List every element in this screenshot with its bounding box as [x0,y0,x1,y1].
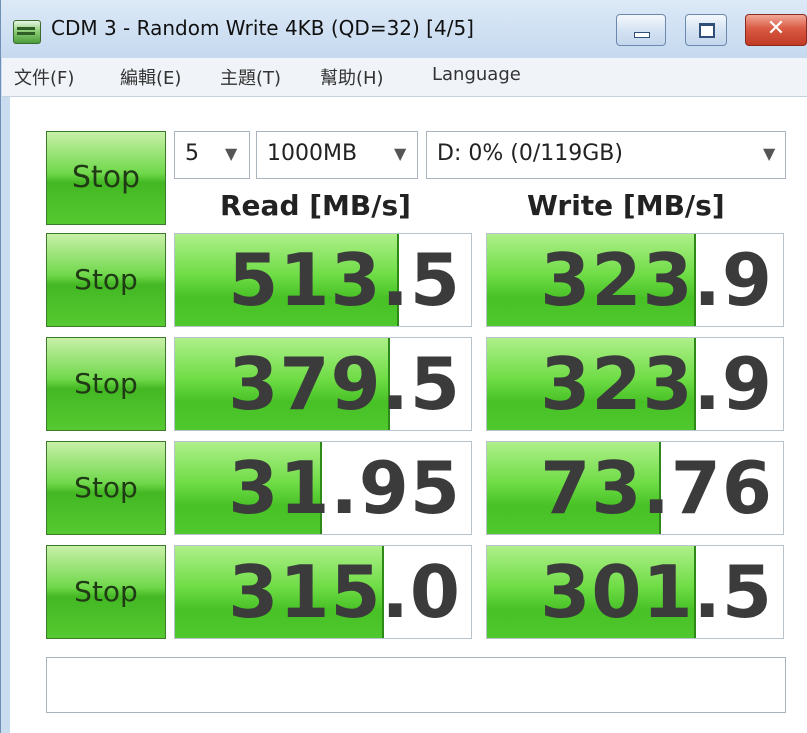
stop-button-4k-qd32[interactable]: Stop [46,545,166,639]
read-value: 315.0 [228,550,461,634]
read-value: 513.5 [228,238,461,322]
write-value: 73.76 [540,446,773,530]
stop-all-button[interactable]: Stop [46,131,166,225]
read-header: Read [MB/s] [220,189,411,222]
read-value: 31.95 [228,446,461,530]
app-window: CDM 3 - Random Write 4KB (QD=32) [4/5] ✕… [0,0,807,733]
benchmark-panel: Stop 5 ▼ 1000MB ▼ D: 0% (0/119GB) ▼ Read… [10,97,807,733]
close-icon: ✕ [766,16,786,41]
read-result-512k: 379.5 [174,337,472,431]
test-count-select[interactable]: 5 ▼ [174,131,250,179]
app-icon [13,20,41,44]
window-title: CDM 3 - Random Write 4KB (QD=32) [4/5] [51,16,474,40]
stop-button-4k[interactable]: Stop [46,441,166,535]
read-result-4k: 31.95 [174,441,472,535]
menu-file[interactable]: 文件(F) [14,64,74,90]
write-result-4k: 73.76 [486,441,784,535]
chevron-down-icon: ▼ [763,144,776,163]
write-value: 323.9 [540,342,773,426]
stop-button-512k[interactable]: Stop [46,337,166,431]
menu-language[interactable]: Language [432,64,521,85]
test-size-select[interactable]: 1000MB ▼ [256,131,418,179]
maximize-button[interactable] [685,14,727,46]
write-header: Write [MB/s] [527,189,725,222]
menu-edit[interactable]: 編輯(E) [120,64,181,90]
write-value: 301.5 [540,550,773,634]
close-button[interactable]: ✕ [745,14,807,46]
test-count-value: 5 [185,141,199,166]
minimize-icon [634,32,650,38]
maximize-icon [699,23,715,38]
minimize-button[interactable] [616,14,666,46]
title-bar[interactable]: CDM 3 - Random Write 4KB (QD=32) [4/5] ✕ [1,0,807,58]
test-size-value: 1000MB [267,141,358,166]
stop-button-seq[interactable]: Stop [46,233,166,327]
comment-field[interactable] [46,657,786,713]
write-result-4k-qd32: 301.5 [486,545,784,639]
chevron-down-icon: ▼ [394,144,407,163]
read-result-seq: 513.5 [174,233,472,327]
read-value: 379.5 [228,342,461,426]
write-result-512k: 323.9 [486,337,784,431]
drive-value: D: 0% (0/119GB) [437,141,623,166]
menu-bar: 文件(F) 編輯(E) 主題(T) 幫助(H) Language [2,58,807,97]
write-value: 323.9 [540,238,773,322]
menu-theme[interactable]: 主題(T) [220,64,281,90]
read-result-4k-qd32: 315.0 [174,545,472,639]
chevron-down-icon: ▼ [225,144,238,163]
menu-help[interactable]: 幫助(H) [320,64,384,90]
drive-select[interactable]: D: 0% (0/119GB) ▼ [426,131,786,179]
write-result-seq: 323.9 [486,233,784,327]
